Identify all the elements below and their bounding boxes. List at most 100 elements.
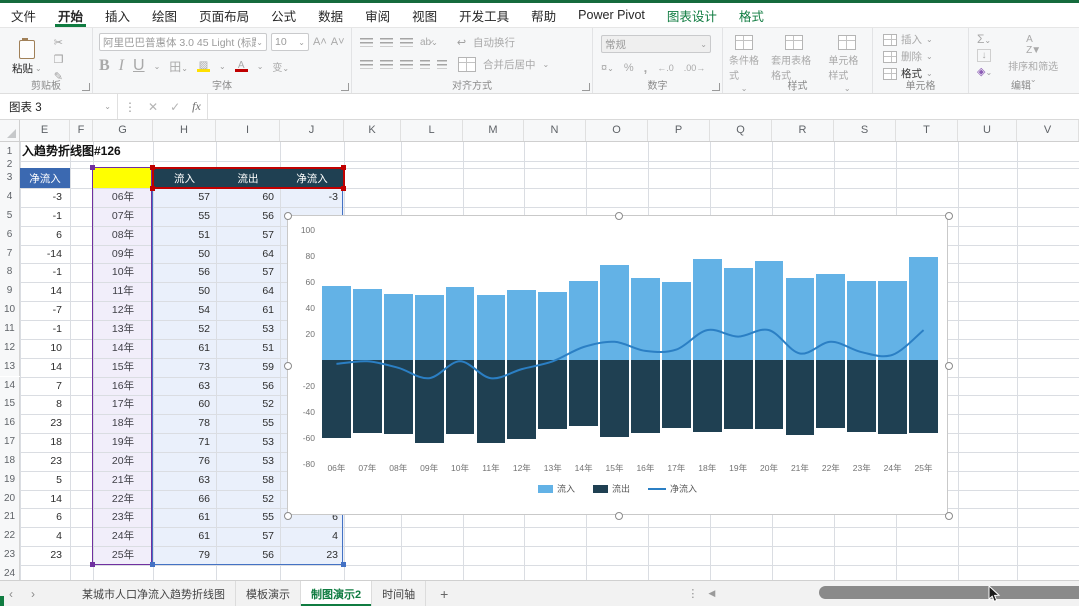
bar-inflow-07年[interactable] [352,288,382,360]
bar-inflow-09年[interactable] [414,295,444,360]
cells-button-插入[interactable]: 插入 ⌄ [883,32,968,47]
ribbon-tab-审阅[interactable]: 审阅 [354,3,401,27]
row-header-10[interactable]: 10 [0,301,20,320]
column-header-V[interactable]: V [1017,120,1079,141]
orientation-icon[interactable]: ab̷⌄ [420,37,438,48]
font-size-combo[interactable]: 10 ⌄ [271,33,309,51]
insert-function-icon[interactable]: fx [186,99,207,114]
bar-inflow-18年[interactable] [692,258,722,360]
column-header-R[interactable]: R [772,120,834,141]
range-handle-red[interactable] [150,186,155,191]
cell-e12[interactable]: 10 [20,339,62,358]
ribbon-tab-帮助[interactable]: 帮助 [520,3,567,27]
bar-inflow-20年[interactable] [754,261,784,360]
column-header-U[interactable]: U [958,120,1017,141]
ribbon-tab-格式[interactable]: 格式 [728,3,775,27]
decrease-decimal-icon[interactable]: .00→ [684,63,706,73]
bar-inflow-13年[interactable] [538,292,568,360]
ribbon-tab-开始[interactable]: 开始 [47,3,94,27]
column-header-Q[interactable]: Q [710,120,772,141]
bar-inflow-24年[interactable] [878,280,908,360]
bar-outflow-17年[interactable] [661,360,691,428]
bar-outflow-10年[interactable] [445,360,475,435]
chart-object[interactable]: 100 80 60 40 20 -20 -40 -60 -80 06年 07年 08年 09年 10年 11… [284,212,953,520]
column-header-E[interactable]: E [20,120,70,141]
phonetic-guide-icon[interactable]: 变⌄ [272,59,289,74]
cell-e21[interactable]: 6 [20,508,62,527]
cell-e5[interactable]: -1 [20,207,62,226]
column-header-H[interactable]: H [153,120,216,141]
align-middle-icon[interactable] [380,38,393,47]
column-header-K[interactable]: K [344,120,401,141]
align-left-icon[interactable] [360,60,373,69]
cell-e20[interactable]: 14 [20,490,62,509]
cell-e4[interactable]: -3 [20,188,62,207]
comma-style-icon[interactable]: , [644,60,648,75]
column-header-S[interactable]: S [834,120,896,141]
bar-inflow-16年[interactable] [631,278,660,360]
font-color-icon[interactable]: A [234,60,248,72]
decrease-indent-icon[interactable] [420,60,430,69]
bar-outflow-06年[interactable] [322,360,351,438]
range-handle-red[interactable] [150,165,155,170]
chart-resize-handle[interactable] [945,212,953,220]
ribbon-tab-视图[interactable]: 视图 [401,3,448,27]
column-header-M[interactable]: M [463,120,524,141]
cells-button-删除[interactable]: 删除 ⌄ [883,49,968,64]
horizontal-scrollbar[interactable] [749,585,1079,600]
cell-e18[interactable]: 23 [20,452,62,471]
cell-e11[interactable]: -1 [20,320,62,339]
add-sheet-button[interactable]: + [426,586,462,602]
cell-e19[interactable]: 5 [20,471,62,490]
formula-input[interactable] [206,94,1079,119]
bar-inflow-21年[interactable] [785,278,815,360]
copy-icon[interactable]: ❐ [54,53,64,66]
row-header-16[interactable]: 16 [0,414,20,434]
sheet-tab-制图演示2[interactable]: 制图演示2 [301,581,373,606]
row-header-12[interactable]: 12 [0,338,20,358]
cell-e14[interactable]: 7 [20,377,62,396]
cell-e16[interactable]: 23 [20,414,62,433]
row-header-18[interactable]: 18 [0,451,20,471]
chart-resize-handle[interactable] [945,362,953,370]
column-header-L[interactable]: L [401,120,463,141]
row-header-11[interactable]: 11 [0,319,20,339]
bar-inflow-22年[interactable] [816,274,846,360]
ribbon-tab-图表设计[interactable]: 图表设计 [656,3,728,27]
bar-inflow-08年[interactable] [383,293,413,360]
row-header-15[interactable]: 15 [0,395,20,415]
row-header-8[interactable]: 8 [0,263,20,283]
increase-font-icon[interactable]: A˄ [313,36,327,48]
column-header-O[interactable]: O [586,120,648,141]
bar-inflow-14年[interactable] [569,280,599,360]
chart-resize-handle[interactable] [614,212,623,220]
clipboard-dialog-launcher[interactable] [82,83,90,91]
range-handle-red[interactable] [341,165,346,170]
cancel-entry-icon[interactable]: ✕ [142,100,164,114]
bold-icon[interactable]: B [99,57,110,75]
alignment-dialog-launcher[interactable] [582,83,590,91]
row-header-20[interactable]: 20 [0,489,20,509]
underline-icon[interactable]: U [133,57,145,75]
range-handle-blue[interactable] [150,562,155,567]
cell-e10[interactable]: -7 [20,301,62,320]
hscroll-left-arrow-icon[interactable]: ◀ [708,588,715,599]
sheet-tab-模板演示[interactable]: 模板演示 [236,581,301,606]
align-top-icon[interactable] [360,38,373,47]
row-header-21[interactable]: 21 [0,508,20,528]
cell-e3-netflow-header[interactable]: 净流入 [20,168,70,188]
ribbon-tab-插入[interactable]: 插入 [94,3,141,27]
decrease-font-icon[interactable]: A˅ [331,36,345,48]
fill-color-icon[interactable]: ▨ [196,60,210,72]
bar-outflow-11年[interactable] [476,360,506,444]
align-center-icon[interactable] [380,60,393,69]
ribbon-tab-公式[interactable]: 公式 [260,3,307,27]
bar-outflow-18年[interactable] [692,360,722,432]
bar-outflow-25年[interactable] [909,360,938,433]
autosum-icon[interactable]: Σ⌄ [977,32,992,46]
row-header-9[interactable]: 9 [0,282,20,302]
row-header-19[interactable]: 19 [0,470,20,490]
bar-inflow-19年[interactable] [723,267,753,360]
wrap-text-button[interactable]: 自动换行 [473,35,515,50]
column-header-N[interactable]: N [524,120,586,141]
